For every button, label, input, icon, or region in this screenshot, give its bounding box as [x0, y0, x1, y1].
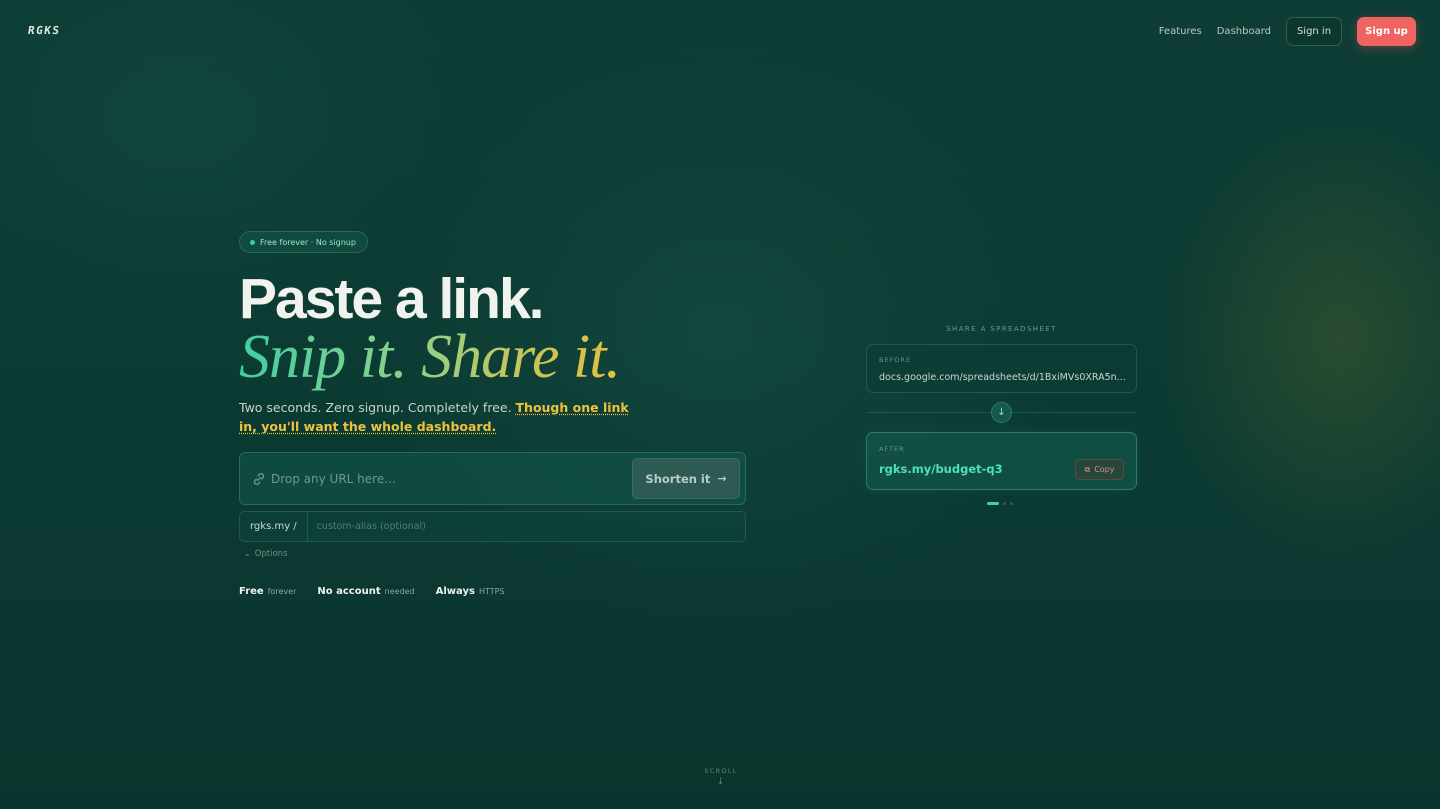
- sign-up-button[interactable]: Sign up: [1357, 17, 1416, 46]
- after-card: AFTER rgks.my/budget-q3 ⧉ Copy: [866, 432, 1137, 490]
- long-url-value: docs.google.com/spreadsheets/d/1BxiMVs0X…: [879, 372, 1126, 383]
- feature-strong: Always: [435, 586, 475, 597]
- arrow-down-icon: ↓: [716, 777, 726, 787]
- page-background: [0, 0, 1440, 809]
- copy-label: Copy: [1094, 465, 1115, 474]
- feature-item: Always HTTPS: [436, 586, 505, 597]
- sign-in-button[interactable]: Sign in: [1286, 17, 1342, 46]
- options-toggle[interactable]: ⌄ Options: [244, 549, 288, 559]
- scroll-indicator[interactable]: SCROLL ↓: [700, 767, 742, 787]
- custom-alias-input[interactable]: [307, 512, 745, 541]
- feature-strong: Free: [239, 586, 264, 597]
- feature-strong: No account: [317, 586, 381, 597]
- feature-muted: forever: [267, 587, 297, 596]
- carousel-dots: [987, 502, 1017, 505]
- chevron-down-icon: ⌄: [244, 549, 251, 558]
- short-url-value[interactable]: rgks.my/budget-q3: [879, 462, 1003, 476]
- hero-subtitle-text: Two seconds. Zero signup. Completely fre…: [239, 400, 516, 415]
- badge-label: Free forever · No signup: [260, 237, 356, 247]
- link-icon: [253, 473, 265, 485]
- arrow-right-icon: →: [717, 472, 727, 485]
- copy-button[interactable]: ⧉ Copy: [1075, 459, 1124, 480]
- before-card: BEFORE docs.google.com/spreadsheets/d/1B…: [866, 344, 1137, 393]
- status-dot-icon: [250, 240, 255, 245]
- copy-icon: ⧉: [1084, 464, 1091, 474]
- carousel-dot[interactable]: [1010, 502, 1013, 505]
- arrow-down-icon: ↓: [991, 402, 1012, 423]
- shorten-button[interactable]: Shorten it →: [632, 458, 740, 499]
- alias-domain-prefix: rgks.my /: [240, 512, 308, 541]
- feature-list: Free forever No account needed Always HTTPS: [239, 586, 526, 597]
- scroll-label: SCROLL: [704, 767, 738, 775]
- alias-input-box: rgks.my /: [239, 511, 746, 542]
- free-forever-badge: Free forever · No signup: [239, 231, 368, 253]
- hero-tagline: Snip it. Share it.: [239, 323, 621, 391]
- after-label: AFTER: [879, 445, 905, 453]
- url-input[interactable]: [271, 467, 621, 491]
- brand-logo[interactable]: RGKS: [27, 24, 61, 37]
- hero-subtitle: Two seconds. Zero signup. Completely fre…: [239, 398, 639, 436]
- before-label: BEFORE: [879, 356, 912, 364]
- carousel-dot[interactable]: [1003, 502, 1006, 505]
- top-nav: Features Dashboard Sign in Sign up: [1159, 17, 1416, 46]
- nav-dashboard-link[interactable]: Dashboard: [1217, 26, 1271, 37]
- nav-features-link[interactable]: Features: [1159, 26, 1202, 37]
- feature-item: Free forever: [239, 586, 296, 597]
- feature-muted: needed: [384, 587, 415, 596]
- feature-item: No account needed: [317, 586, 414, 597]
- options-label: Options: [254, 549, 288, 559]
- shorten-button-label: Shorten it: [645, 471, 711, 486]
- carousel-dot-active[interactable]: [987, 502, 999, 505]
- demo-title: SHARE A SPREADSHEET: [946, 325, 1057, 333]
- feature-muted: HTTPS: [478, 587, 505, 596]
- url-input-box: Shorten it →: [239, 452, 746, 505]
